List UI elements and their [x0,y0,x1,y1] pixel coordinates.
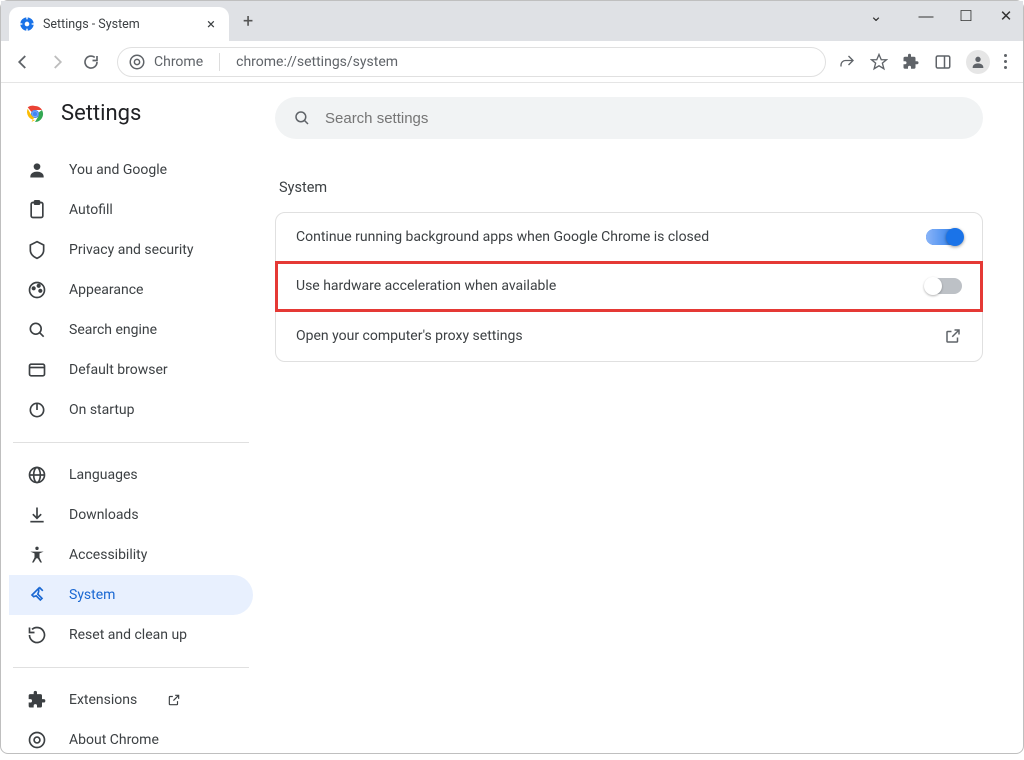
search-icon [27,320,47,340]
sidebar-item-label: You and Google [69,162,167,178]
toggle-switch[interactable] [926,278,962,294]
share-icon[interactable] [838,53,856,71]
power-icon [27,400,47,420]
browser-tab[interactable]: Settings - System × [9,7,229,41]
settings-favicon-icon [19,16,35,32]
extensions-puzzle-icon[interactable] [902,53,920,71]
sidebar-item-label: Accessibility [69,547,147,563]
sidebar-item-search-engine[interactable]: Search engine [9,310,253,350]
sidebar-divider [13,667,249,668]
chrome-outline-icon [27,730,47,750]
back-button[interactable] [9,48,37,76]
sidebar-item-about-chrome[interactable]: About Chrome [9,720,253,760]
download-icon [27,505,47,525]
wrench-icon [27,585,47,605]
sidebar-item-default-browser[interactable]: Default browser [9,350,253,390]
forward-button[interactable] [43,48,71,76]
window-minimize-button[interactable]: — [915,8,937,25]
sidebar-item-accessibility[interactable]: Accessibility [9,535,253,575]
sidebar-item-label: Autofill [69,202,113,218]
sidebar-item-system[interactable]: System [9,575,253,615]
sidebar-item-reset-and-clean-up[interactable]: Reset and clean up [9,615,253,655]
sidebar-item-privacy-and-security[interactable]: Privacy and security [9,230,253,270]
tab-search-icon[interactable]: ⌄ [865,7,887,25]
palette-icon [27,280,47,300]
sidebar-item-label: System [69,587,115,603]
tab-title: Settings - System [43,17,203,32]
sidebar-item-label: Extensions [69,692,137,708]
sidebar-item-languages[interactable]: Languages [9,455,253,495]
sidebar-item-downloads[interactable]: Downloads [9,495,253,535]
accessibility-icon [27,545,47,565]
side-panel-icon[interactable] [934,53,952,71]
system-settings-card: Continue running background apps when Go… [275,212,983,362]
settings-main: System Continue running background apps … [261,83,1023,755]
sidebar-item-label: Languages [69,467,138,483]
sidebar-item-label: Default browser [69,362,168,378]
setting-row-2[interactable]: Open your computer's proxy settings [276,311,982,361]
browser-toolbar: Chrome chrome://settings/system [1,41,1023,83]
sidebar-item-label: Reset and clean up [69,627,187,643]
sidebar-item-label: On startup [69,402,135,418]
setting-row-1: Use hardware acceleration when available [276,262,982,311]
open-external-icon [944,327,962,345]
person-icon [27,160,47,180]
window-titlebar: Settings - System × + ⌄ — ☐ ✕ [1,1,1023,41]
search-icon [293,109,311,127]
setting-label: Continue running background apps when Go… [296,229,709,245]
chrome-logo-icon [23,102,47,126]
sidebar-item-appearance[interactable]: Appearance [9,270,253,310]
sidebar-item-label: About Chrome [69,732,159,748]
address-url: chrome://settings/system [236,54,398,70]
shield-icon [27,240,47,260]
reload-button[interactable] [77,48,105,76]
new-tab-button[interactable]: + [243,11,253,32]
reset-icon [27,625,47,645]
profile-avatar[interactable] [966,50,990,74]
globe-icon [27,465,47,485]
sidebar-item-label: Appearance [69,282,143,298]
sidebar-item-label: Privacy and security [69,242,193,258]
puzzle-icon [27,690,47,710]
sidebar-item-you-and-google[interactable]: You and Google [9,150,253,190]
section-heading: System [279,179,983,196]
sidebar-item-label: Search engine [69,322,157,338]
setting-label: Open your computer's proxy settings [296,328,523,344]
toggle-switch[interactable] [926,229,962,245]
sidebar-item-on-startup[interactable]: On startup [9,390,253,430]
setting-label: Use hardware acceleration when available [296,278,556,294]
settings-title: Settings [61,101,141,126]
bookmark-star-icon[interactable] [870,53,888,71]
sidebar-item-label: Downloads [69,507,139,523]
sidebar-item-extensions[interactable]: Extensions [9,680,253,720]
settings-search[interactable] [275,97,983,139]
site-info-icon[interactable] [128,53,146,71]
tab-close-icon[interactable]: × [203,15,219,33]
window-maximize-button[interactable]: ☐ [955,7,977,25]
setting-row-0: Continue running background apps when Go… [276,213,982,262]
address-bar[interactable]: Chrome chrome://settings/system [117,47,826,77]
settings-sidebar: Settings You and Google Autofill Privacy a… [1,83,261,755]
sidebar-item-autofill[interactable]: Autofill [9,190,253,230]
browser-menu-button[interactable] [1004,54,1007,69]
address-divider [219,53,220,71]
search-input[interactable] [325,110,965,127]
window-close-button[interactable]: ✕ [995,7,1017,25]
sidebar-divider [13,442,249,443]
clipboard-icon [27,200,47,220]
browser-icon [27,360,47,380]
address-origin-label: Chrome [154,54,203,70]
external-link-icon [167,693,181,707]
